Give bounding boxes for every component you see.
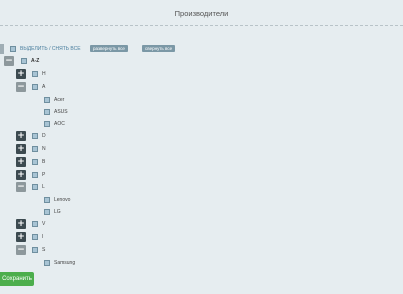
- tree-checkbox[interactable]: [32, 159, 38, 165]
- tree-checkbox[interactable]: [32, 221, 38, 227]
- tree-checkbox[interactable]: [44, 197, 50, 203]
- tree-item-label: ASUS: [54, 109, 68, 115]
- tree-checkbox[interactable]: [21, 58, 27, 64]
- collapse-toggle-icon[interactable]: −: [16, 82, 26, 92]
- tree-group-label: N: [42, 146, 46, 152]
- tree-checkbox[interactable]: [44, 260, 50, 266]
- tree-group-label: A: [42, 84, 46, 90]
- select-all-checkbox[interactable]: [10, 46, 16, 52]
- tree-group-label: S: [42, 247, 46, 253]
- tree-item-label: Acer: [54, 97, 65, 103]
- tree-group-label: V: [42, 221, 46, 227]
- tree-root-label: A-Z: [31, 58, 40, 64]
- header: Производители: [0, 0, 403, 26]
- tree-group: + I: [0, 232, 403, 242]
- tree-item: AOC: [0, 119, 403, 129]
- expand-toggle-icon[interactable]: +: [16, 144, 26, 154]
- tree-checkbox[interactable]: [32, 146, 38, 152]
- tree-item: Acer: [0, 95, 403, 105]
- tree-group: − L: [0, 182, 403, 192]
- collapse-toggle-icon[interactable]: −: [16, 182, 26, 192]
- collapse-all-button[interactable]: свернуть все: [142, 45, 176, 52]
- tree-item: Lenovo: [0, 195, 403, 205]
- tree-group: − S: [0, 245, 403, 255]
- tree-item: LG: [0, 207, 403, 217]
- tree-group-label: D: [42, 133, 46, 139]
- expand-toggle-icon[interactable]: +: [16, 232, 26, 242]
- tree-checkbox[interactable]: [32, 184, 38, 190]
- tree-group-label: I: [42, 234, 44, 240]
- tree-checkbox[interactable]: [44, 209, 50, 215]
- tree-checkbox[interactable]: [32, 71, 38, 77]
- tree-item: Samsung: [0, 258, 403, 268]
- tree-checkbox[interactable]: [32, 172, 38, 178]
- collapse-toggle-icon[interactable]: −: [4, 56, 14, 66]
- expand-toggle-icon[interactable]: +: [16, 157, 26, 167]
- expand-toggle-icon[interactable]: +: [16, 131, 26, 141]
- tree-group: + N: [0, 144, 403, 154]
- save-button[interactable]: Сохранить: [0, 272, 34, 286]
- tree-group-label: L: [42, 184, 45, 190]
- expand-toggle-icon[interactable]: +: [16, 219, 26, 229]
- tree-checkbox[interactable]: [32, 84, 38, 90]
- tree-checkbox[interactable]: [44, 97, 50, 103]
- tree-item-label: AOC: [54, 121, 65, 127]
- tree-group: + P: [0, 170, 403, 180]
- tree-group: + B: [0, 157, 403, 167]
- tree-item-label: LG: [54, 209, 61, 215]
- select-all-label[interactable]: ВЫДЕЛИТЬ / СНЯТЬ ВСЕ: [20, 46, 81, 52]
- tree-group: + H: [0, 69, 403, 79]
- tree-checkbox[interactable]: [44, 109, 50, 115]
- expand-all-button[interactable]: развернуть все: [90, 45, 128, 52]
- tree-group: + D: [0, 131, 403, 141]
- tree-group: + V: [0, 219, 403, 229]
- tree-item-label: Lenovo: [54, 197, 71, 203]
- expand-toggle-icon[interactable]: +: [16, 69, 26, 79]
- tree-root: − A-Z: [0, 56, 403, 66]
- tree-group-label: B: [42, 159, 46, 165]
- tree-group: − A: [0, 82, 403, 92]
- tree-checkbox[interactable]: [32, 234, 38, 240]
- page-title: Производители: [174, 9, 229, 18]
- tree-checkbox[interactable]: [44, 121, 50, 127]
- collapse-toggle-icon[interactable]: −: [16, 245, 26, 255]
- tree-item-label: Samsung: [54, 260, 76, 266]
- tree-group-label: H: [42, 71, 46, 77]
- tree-item: ASUS: [0, 107, 403, 117]
- select-all-row: ВЫДЕЛИТЬ / СНЯТЬ ВСЕ развернуть все свер…: [0, 44, 403, 54]
- tree-group-label: P: [42, 172, 46, 178]
- expand-toggle-icon[interactable]: +: [16, 170, 26, 180]
- tree-checkbox[interactable]: [32, 133, 38, 139]
- tree-checkbox[interactable]: [32, 247, 38, 253]
